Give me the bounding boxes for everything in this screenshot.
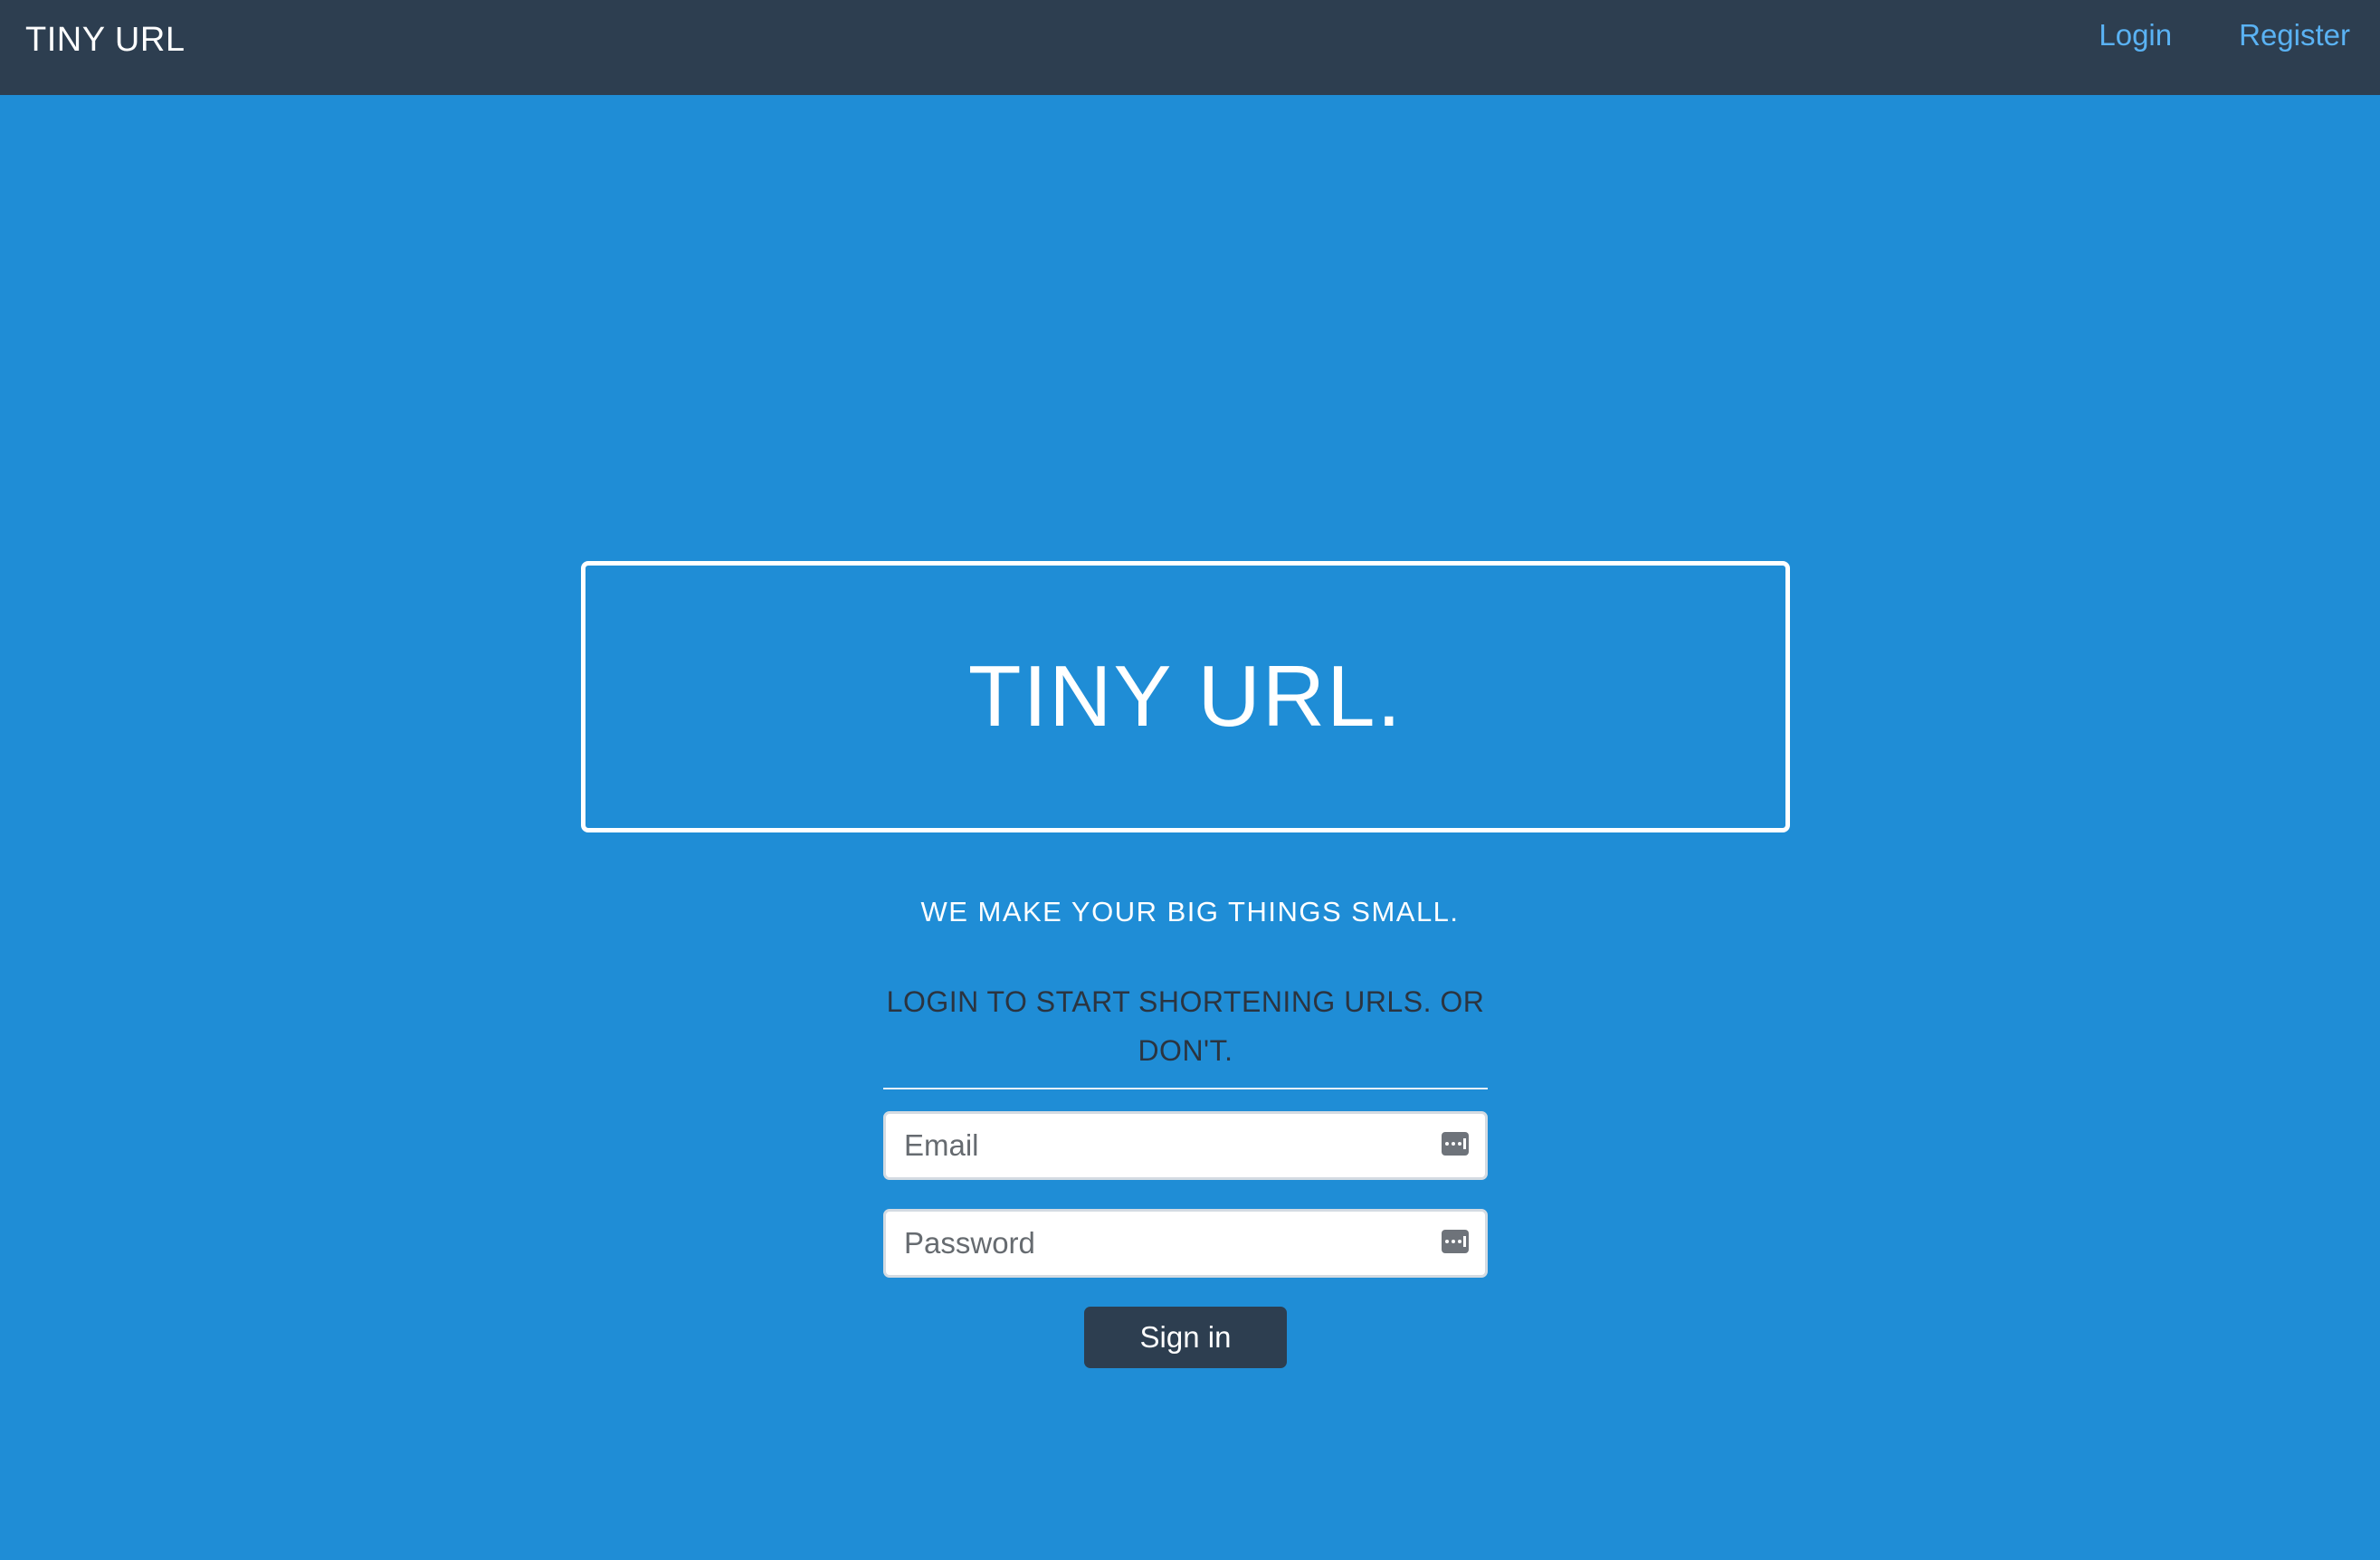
password-field[interactable] xyxy=(886,1212,1485,1275)
nav-login-link[interactable]: Login xyxy=(2099,16,2172,54)
hero-box: TINY URL. xyxy=(581,561,1790,832)
tagline: WE MAKE YOUR BIG THINGS SMALL. xyxy=(920,896,1460,927)
login-form: LOGIN TO START SHORTENING URLS. OR DON'T… xyxy=(883,977,1488,1368)
signin-wrap: Sign in xyxy=(883,1307,1488,1368)
nav-register-link[interactable]: Register xyxy=(2239,16,2350,54)
password-key-icon[interactable] xyxy=(1442,1132,1469,1156)
top-navbar: TINY URL Login Register xyxy=(0,0,2380,95)
sign-in-button[interactable]: Sign in xyxy=(1084,1307,1287,1368)
password-key-icon[interactable] xyxy=(1442,1230,1469,1253)
email-field[interactable] xyxy=(886,1114,1485,1177)
password-field-wrapper xyxy=(883,1209,1488,1278)
brand-logo-text[interactable]: TINY URL xyxy=(25,20,185,60)
nav-links: Login Register xyxy=(2099,16,2350,54)
login-prompt: LOGIN TO START SHORTENING URLS. OR DON'T… xyxy=(883,977,1488,1089)
email-field-wrapper xyxy=(883,1111,1488,1180)
hero-title: TINY URL. xyxy=(967,648,1404,745)
